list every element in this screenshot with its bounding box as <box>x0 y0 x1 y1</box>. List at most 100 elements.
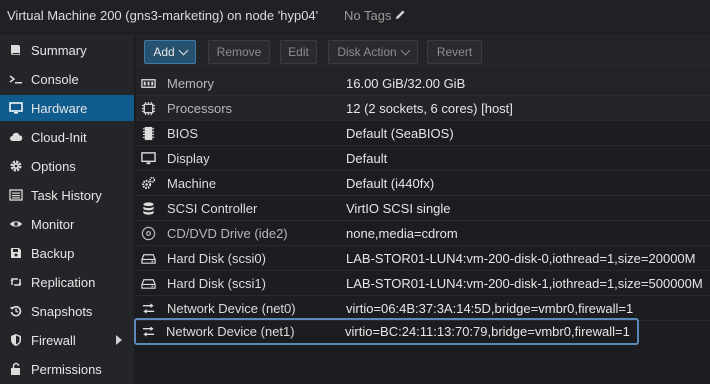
retweet-icon <box>7 275 25 289</box>
unlock-icon <box>7 362 25 376</box>
sidebar-item-label: Task History <box>31 187 102 203</box>
row-name: Hard Disk (scsi1) <box>167 275 266 291</box>
row-value: LAB-STOR01-LUN4:vm-200-disk-1,iothread=1… <box>346 275 703 291</box>
cogs-icon <box>140 175 156 191</box>
sidebar-item-label: Replication <box>31 274 96 290</box>
microchip-icon <box>140 125 156 141</box>
add-button-label: Add <box>153 45 175 59</box>
page-title: Virtual Machine 200 (gns3-marketing) on … <box>7 8 319 23</box>
table-row[interactable]: Processors 12 (2 sockets, 6 cores) [host… <box>136 96 710 121</box>
table-row[interactable]: BIOS Default (SeaBIOS) <box>136 121 710 146</box>
tags-edit[interactable]: No Tags <box>344 8 406 23</box>
sidebar-item-label: Cloud-Init <box>31 129 87 145</box>
row-name: Network Device (net0) <box>167 300 296 316</box>
row-name: Machine <box>167 175 217 191</box>
disk-action-button[interactable]: Disk Action <box>328 40 418 64</box>
chevron-down-icon <box>400 45 411 55</box>
revert-button[interactable]: Revert <box>427 40 482 64</box>
list-icon <box>7 188 25 202</box>
table-row[interactable]: CD/DVD Drive (ide2) none,media=cdrom <box>136 221 710 246</box>
sidebar: Summary Console Hardware Cloud-Init Opti… <box>0 34 134 384</box>
row-value: LAB-STOR01-LUN4:vm-200-disk-0,iothread=1… <box>346 250 696 266</box>
row-value: Default (SeaBIOS) <box>346 125 454 141</box>
row-value: VirtIO SCSI single <box>346 200 451 216</box>
row-name: Display <box>167 150 210 166</box>
memory-icon <box>140 75 156 91</box>
title-bar: Virtual Machine 200 (gns3-marketing) on … <box>0 0 710 32</box>
cpu-icon <box>140 100 156 116</box>
sidebar-item-label: Firewall <box>31 332 76 348</box>
table-row[interactable]: Hard Disk (scsi0) LAB-STOR01-LUN4:vm-200… <box>136 246 710 271</box>
row-value: Default (i440fx) <box>346 175 435 191</box>
terminal-icon <box>7 72 25 86</box>
sidebar-item-label: Backup <box>31 245 75 261</box>
table-row[interactable]: Hard Disk (scsi1) LAB-STOR01-LUN4:vm-200… <box>136 271 710 296</box>
sidebar-item-options[interactable]: Options <box>0 153 134 179</box>
row-value: 12 (2 sockets, 6 cores) [host] <box>346 100 513 116</box>
eye-icon <box>7 217 25 231</box>
sidebar-item-hardware[interactable]: Hardware <box>0 95 134 121</box>
row-name: Memory <box>167 75 214 91</box>
hdd-icon <box>140 250 156 266</box>
table-row[interactable]: Display Default <box>136 146 710 171</box>
toolbar: Add Remove Edit Disk Action Revert <box>136 34 710 70</box>
sidebar-item-cloud-init[interactable]: Cloud-Init <box>0 124 134 150</box>
gear-icon <box>7 159 25 173</box>
row-value: virtio=06:4B:37:3A:14:5D,bridge=vmbr0,fi… <box>346 300 634 316</box>
tags-label: No Tags <box>344 8 392 23</box>
sidebar-item-label: Console <box>31 71 79 87</box>
row-value: Default <box>346 150 388 166</box>
sidebar-item-permissions[interactable]: Permissions <box>0 356 134 382</box>
sidebar-item-label: Hardware <box>31 100 88 116</box>
row-value: virtio=BC:24:11:13:70:79,bridge=vmbr0,fi… <box>345 323 630 339</box>
table-row[interactable]: Machine Default (i440fx) <box>136 171 710 196</box>
sidebar-item-replication[interactable]: Replication <box>0 269 134 295</box>
remove-button-label: Remove <box>216 45 262 59</box>
sidebar-item-backup[interactable]: Backup <box>0 240 134 266</box>
row-name: CD/DVD Drive (ide2) <box>167 225 288 241</box>
hardware-panel: Add Remove Edit Disk Action Revert Memor… <box>134 34 710 384</box>
desktop-icon <box>140 150 156 166</box>
row-value: none,media=cdrom <box>346 225 458 241</box>
row-name: SCSI Controller <box>167 200 258 216</box>
chevron-down-icon <box>178 45 189 55</box>
edit-button[interactable]: Edit <box>280 40 317 64</box>
sidebar-item-label: Options <box>31 158 76 174</box>
cloud-icon <box>7 130 25 144</box>
sidebar-item-label: Permissions <box>31 361 102 377</box>
add-button[interactable]: Add <box>144 40 196 64</box>
revert-button-label: Revert <box>436 45 473 59</box>
edit-button-label: Edit <box>288 45 309 59</box>
database-icon <box>140 200 156 216</box>
exchange-icon <box>140 300 156 316</box>
row-value: 16.00 GiB/32.00 GiB <box>346 75 466 91</box>
row-name: BIOS <box>167 125 199 141</box>
sidebar-item-console[interactable]: Console <box>0 66 134 92</box>
hdd-icon <box>140 275 156 291</box>
disk-action-label: Disk Action <box>337 45 397 59</box>
sidebar-item-summary[interactable]: Summary <box>0 37 134 63</box>
sidebar-item-label: Snapshots <box>31 303 93 319</box>
cdrom-icon <box>140 225 156 241</box>
exchange-icon <box>140 323 156 339</box>
sidebar-item-label: Monitor <box>31 216 75 232</box>
floppy-icon <box>7 246 25 260</box>
sidebar-item-label: Summary <box>31 42 87 58</box>
history-icon <box>7 304 25 318</box>
table-row[interactable]: SCSI Controller VirtIO SCSI single <box>136 196 710 221</box>
sidebar-item-snapshots[interactable]: Snapshots <box>0 298 134 324</box>
row-name: Hard Disk (scsi0) <box>167 250 266 266</box>
table-row[interactable]: Network Device (net0) virtio=06:4B:37:3A… <box>136 296 710 321</box>
monitor-icon <box>7 101 25 115</box>
table-row-selected[interactable]: Network Device (net1) virtio=BC:24:11:13… <box>134 318 639 345</box>
shield-icon <box>7 333 25 347</box>
table-row[interactable]: Memory 16.00 GiB/32.00 GiB <box>136 71 710 96</box>
sidebar-item-firewall[interactable]: Firewall <box>0 327 134 353</box>
expand-arrow-icon[interactable] <box>116 335 122 345</box>
remove-button[interactable]: Remove <box>208 40 270 64</box>
pencil-icon[interactable] <box>395 8 406 23</box>
row-name: Processors <box>167 100 233 116</box>
sidebar-item-monitor[interactable]: Monitor <box>0 211 134 237</box>
sidebar-item-task-history[interactable]: Task History <box>0 182 134 208</box>
row-name: Network Device (net1) <box>166 323 295 339</box>
